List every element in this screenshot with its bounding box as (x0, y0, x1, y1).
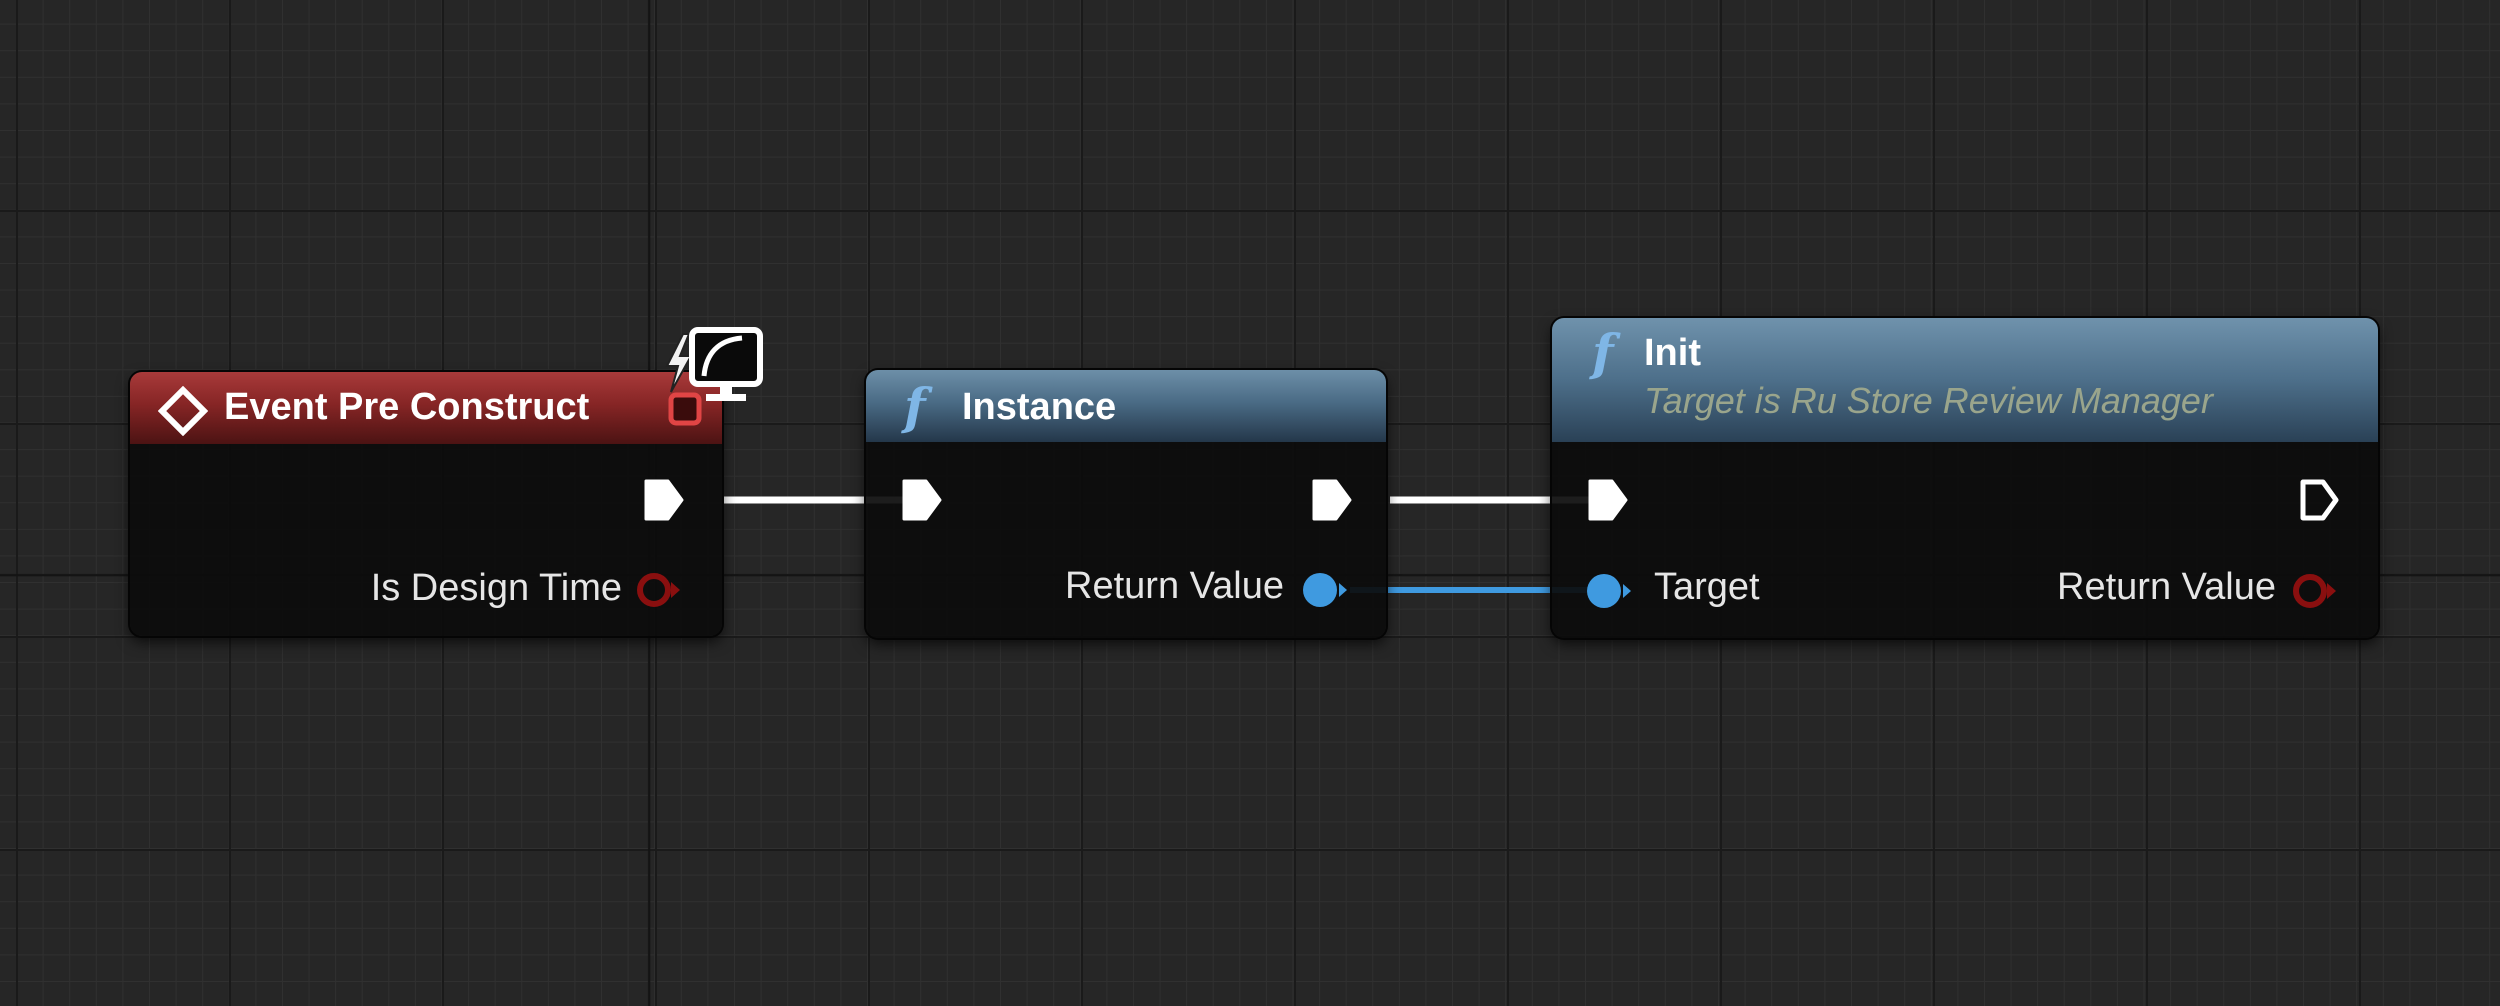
return-value-label: Return Value (1065, 565, 1284, 607)
object-out-pin[interactable] (1300, 570, 1354, 610)
is-design-time-label: Is Design Time (370, 567, 622, 609)
node-subtitle: Target is Ru Store Review Manager (1644, 380, 2213, 421)
init-node[interactable]: f Init Target is Ru Store Review Manager… (1552, 318, 2378, 638)
return-value-label: Return Value (2057, 566, 2276, 608)
node-header[interactable]: Event Pre Construct (130, 372, 722, 444)
node-title: Init (1644, 332, 1701, 374)
function-f-icon: f (904, 377, 926, 436)
instance-node[interactable]: f Instance Return Value (866, 370, 1386, 638)
node-header[interactable]: f Instance (866, 370, 1386, 442)
node-header[interactable]: f Init Target is Ru Store Review Manager (1552, 318, 2378, 442)
event-diamond-icon (158, 386, 208, 436)
exec-out-pin-unconnected[interactable] (2298, 477, 2342, 523)
exec-in-pin[interactable] (1586, 477, 1630, 523)
node-title: Event Pre Construct (224, 386, 590, 428)
target-label: Target (1654, 566, 1760, 608)
target-in-pin[interactable] (1584, 571, 1638, 611)
bool-out-pin[interactable] (634, 570, 688, 610)
monitor-icon (689, 327, 763, 401)
node-title: Instance (962, 386, 1117, 428)
function-f-icon: f (1592, 323, 1614, 382)
exec-out-pin[interactable] (642, 477, 686, 523)
exec-in-pin[interactable] (900, 477, 944, 523)
blueprint-graph-canvas[interactable]: Event Pre Construct Is Design Time f Ins… (0, 0, 2500, 1006)
exec-out-pin[interactable] (1310, 477, 1354, 523)
bool-out-pin[interactable] (2290, 571, 2344, 611)
event-pre-construct-node[interactable]: Event Pre Construct Is Design Time (130, 372, 722, 636)
